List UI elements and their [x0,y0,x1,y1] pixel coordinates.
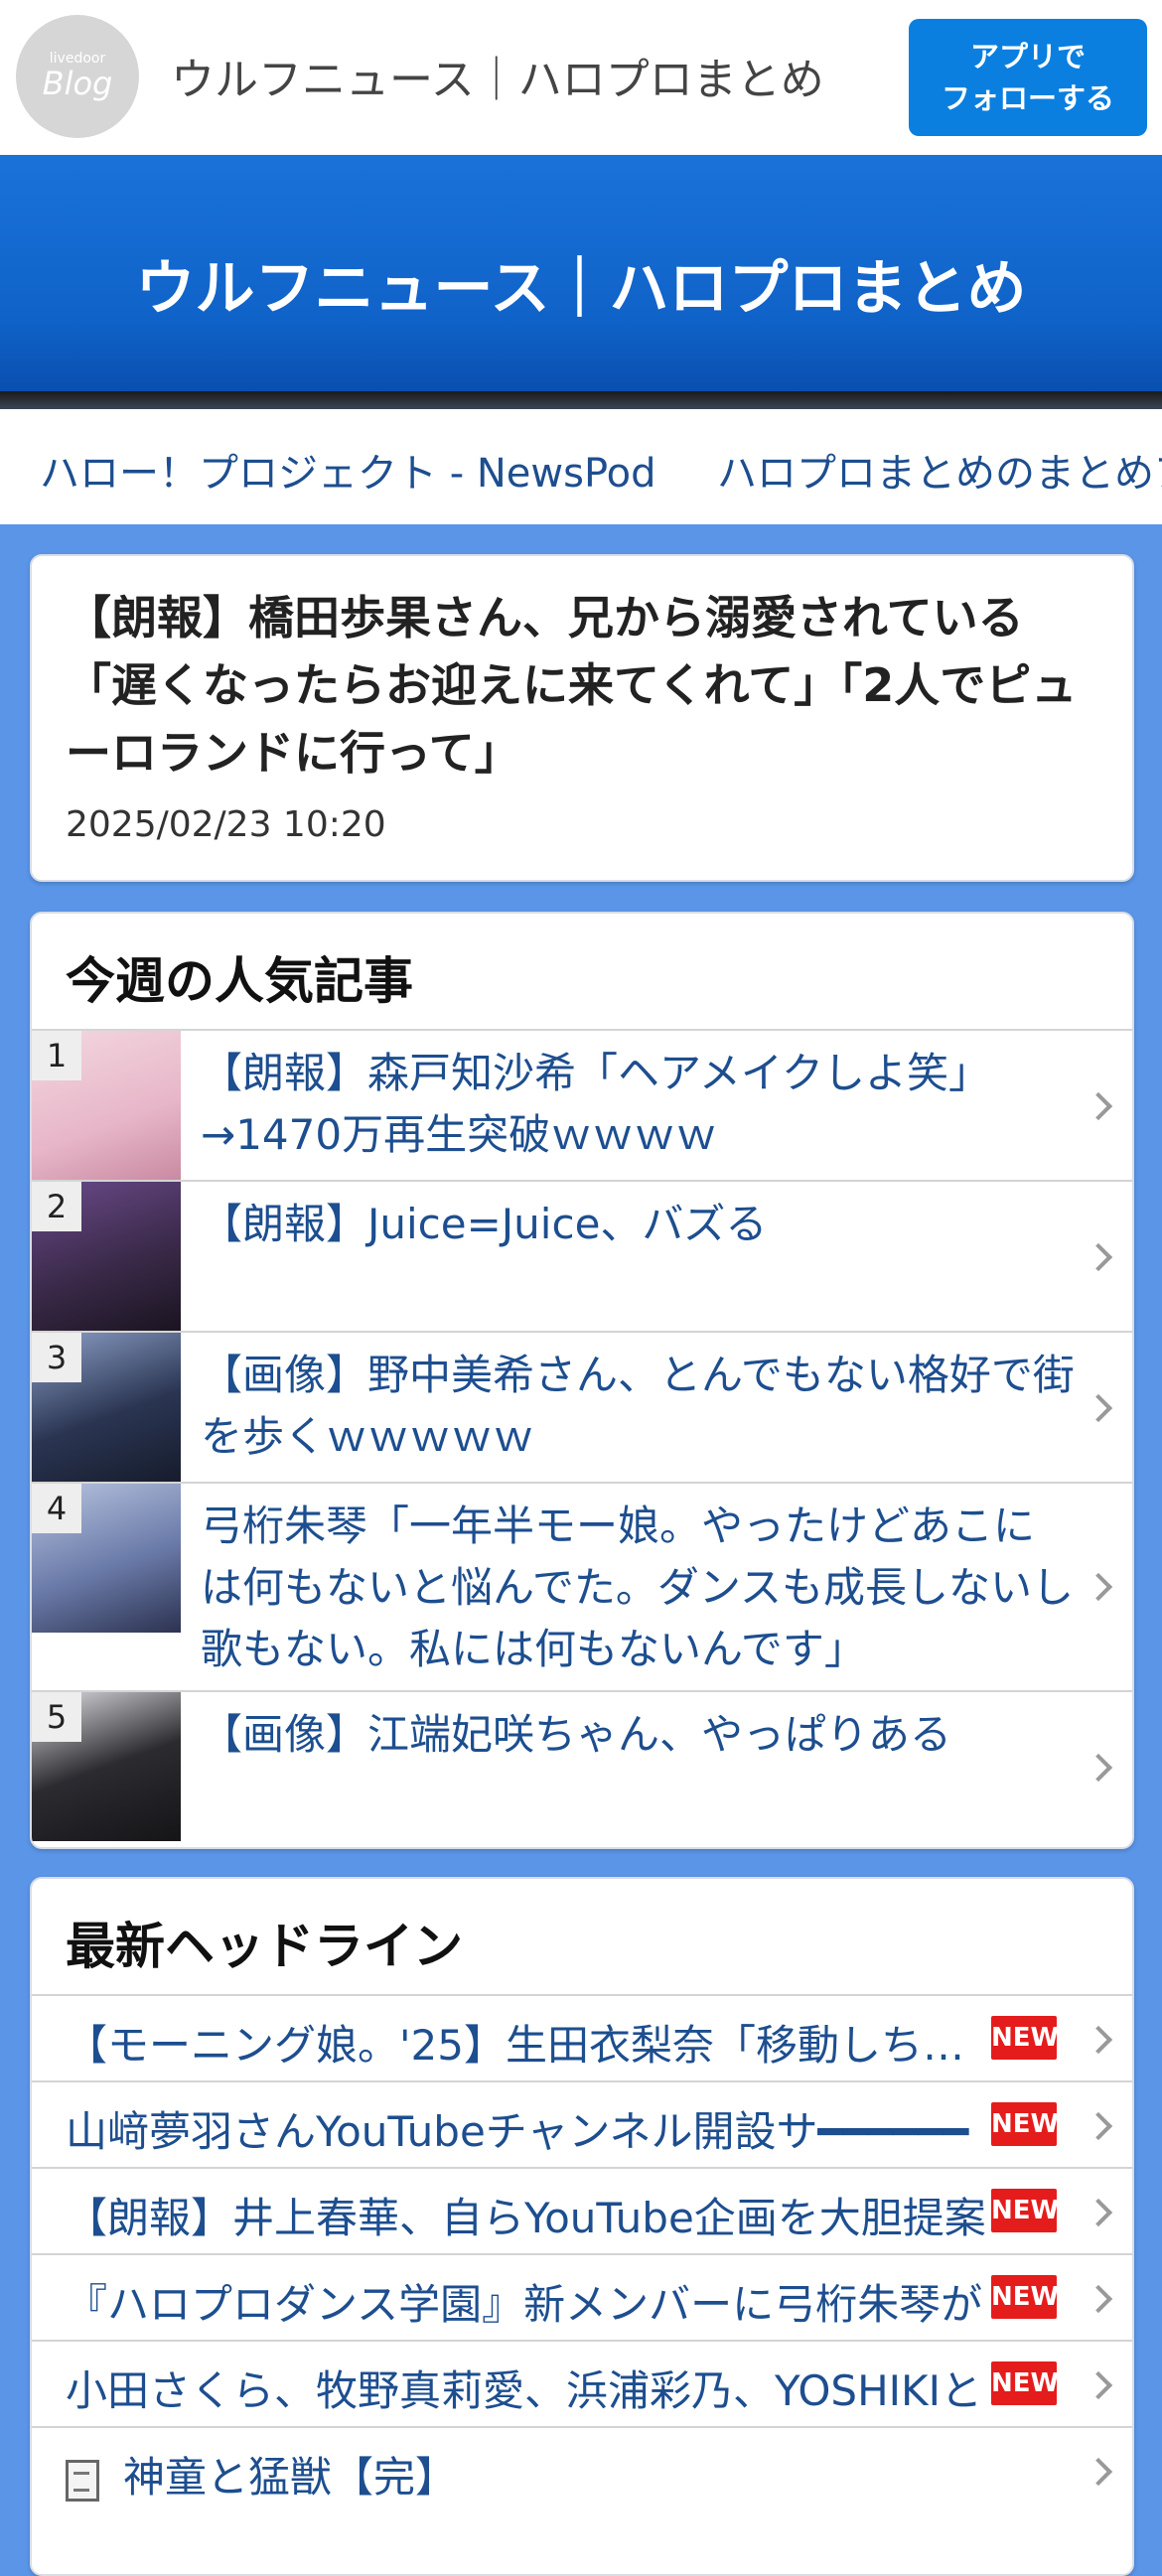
new-badge: NEW [991,2189,1059,2232]
banner-title[interactable]: ウルフニュース｜ハロプロまとめ [0,240,1162,327]
chevron-right-icon [1084,1242,1113,1272]
ranking-item-title: 【画像】野中美希さん、とんでもない格好で街を歩くｗｗｗｗｗ [201,1351,1075,1461]
popular-articles-card: 今週の人気記事 1 【朗報】森戸知沙希「ヘアメイクしよ笑」→1470万再生突破ｗ… [30,912,1134,1849]
follow-button-line2: フォローする [941,81,1114,115]
new-badge: NEW [991,2275,1059,2319]
article-title: 【朗報】橋田歩果さん、兄から溺愛されている「遅くなったらお迎えに来てくれて」「2… [66,591,1078,780]
chevron-right-icon [1084,1091,1113,1121]
headline-title-wrap: 神童と猛獣【完】 [66,2444,989,2504]
chevron-right-icon [1084,1572,1113,1602]
headline-item[interactable]: 神童と猛獣【完】 [32,2426,1132,2513]
latest-headlines-card: 最新ヘッドライン 【モーニング娘。'25】生田衣梨奈「移動しちゃった」 NEW … [30,1877,1134,2576]
ranking-item[interactable]: 2 【朗報】Juice=Juice、バズる [32,1180,1132,1331]
blog-banner[interactable]: ウルフニュース｜ハロプロまとめ [0,155,1162,391]
ranking-item-title: 弓桁朱琴「一年半モー娘。やったけどあこには何もないと悩んでた。ダンスも成長しない… [201,1502,1075,1673]
new-badge: NEW [991,2361,1059,2405]
ranking-item-title: 【朗報】森戸知沙希「ヘアメイクしよ笑」→1470万再生突破ｗｗｗｗ [201,1049,991,1159]
ranking-item[interactable]: 1 【朗報】森戸知沙希「ヘアメイクしよ笑」→1470万再生突破ｗｗｗｗ [32,1029,1132,1180]
popular-section-title: 今週の人気記事 [66,952,413,1010]
site-title: ウルフニュース｜ハロプロまとめ [171,55,824,105]
app-header: livedoor Blog ウルフニュース｜ハロプロまとめ アプリで フォローす… [0,0,1162,155]
chevron-right-icon [1084,2198,1113,2227]
new-badge: NEW [991,2102,1059,2146]
headline-title: 山﨑夢羽さんYouTubeチャンネル開設サ━━━━━━ [66,2107,969,2156]
rank-number: 2 [32,1182,81,1231]
livedoor-blog-logo[interactable]: livedoor Blog [16,15,139,138]
rank-number: 5 [32,1692,81,1742]
headline-title: 『ハロプロダンス学園』新メンバーに弓桁朱琴が [66,2280,983,2329]
link-matome[interactable]: ハロプロまとめのまとめア [717,441,1162,499]
headline-item[interactable]: 【朗報】井上春華、自らYouTube企画を大胆提案 NEW [32,2167,1132,2254]
chevron-right-icon [1084,1753,1113,1783]
headline-item[interactable]: 山﨑夢羽さんYouTubeチャンネル開設サ━━━━━━ NEW [32,2080,1132,2168]
new-badge: NEW [991,2016,1059,2060]
article-header-card: 【朗報】橋田歩果さん、兄から溺愛されている「遅くなったらお迎えに来てくれて」「2… [30,554,1134,882]
headline-item[interactable]: 【モーニング娘。'25】生田衣梨奈「移動しちゃった」 NEW [32,1994,1132,2081]
ranking-item-title: 【画像】江端妃咲ちゃん、やっぱりある [201,1710,952,1759]
headlines-section-title: 最新ヘッドライン [66,1918,463,1975]
headline-item[interactable]: 『ハロプロダンス学園』新メンバーに弓桁朱琴が NEW [32,2253,1132,2341]
headline-title: 神童と猛獣【完】 [123,2453,458,2502]
chevron-right-icon [1084,2457,1113,2487]
headline-title: 【朗報】井上春華、自らYouTube企画を大胆提案 [66,2194,986,2242]
chevron-right-icon [1084,2370,1113,2400]
banner-divider [0,391,1162,409]
follow-button-line1: アプリで [969,40,1086,73]
link-newspod[interactable]: ハロー！プロジェクト - NewsPod [40,441,656,499]
ranking-item-title: 【朗報】Juice=Juice、バズる [201,1200,768,1248]
chevron-right-icon [1084,1393,1113,1423]
ranking-item[interactable]: 3 【画像】野中美希さん、とんでもない格好で街を歩くｗｗｗｗｗ [32,1331,1132,1482]
article-date: 2025/02/23 10:20 [66,804,386,845]
rank-number: 1 [32,1031,81,1080]
follow-in-app-button[interactable]: アプリで フォローする [909,19,1147,136]
logo-big-text: Blog [42,65,113,102]
rank-number: 3 [32,1333,81,1382]
ranking-item[interactable]: 4 弓桁朱琴「一年半モー娘。やったけどあこには何もないと悩んでた。ダンスも成長し… [32,1482,1132,1690]
ranking-item[interactable]: 5 【画像】江端妃咲ちゃん、やっぱりある [32,1690,1132,1847]
chevron-right-icon [1084,2025,1113,2055]
chevron-right-icon [1084,2284,1113,2314]
headline-item[interactable]: 小田さくら、牧野真莉愛、浜浦彩乃、YOSHIKIと NEW [32,2340,1132,2427]
rank-number: 4 [32,1484,81,1533]
headline-title: 小田さくら、牧野真莉愛、浜浦彩乃、YOSHIKIと [66,2366,982,2415]
headline-title: 【モーニング娘。'25】生田衣梨奈「移動しちゃった」 [66,2021,989,2070]
related-links-bar: ハロー！プロジェクト - NewsPod ハロプロまとめのまとめア [0,409,1162,524]
logo-small-text: livedoor [49,51,106,67]
chevron-right-icon [1084,2111,1113,2141]
document-icon [66,2459,99,2502]
